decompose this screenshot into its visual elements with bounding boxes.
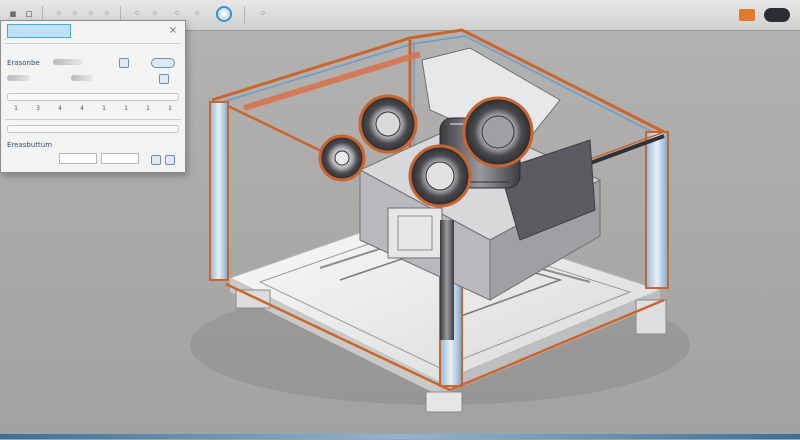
- color-swatch[interactable]: [53, 59, 83, 65]
- tick-label: 3: [36, 105, 40, 112]
- tick-label: 1: [14, 105, 18, 112]
- pulley-top-icon: [358, 94, 418, 154]
- range-slider-2[interactable]: [7, 125, 179, 133]
- apply-icon[interactable]: [151, 155, 161, 165]
- tick-row: 1 3 4 4 1 1 1 1: [5, 105, 181, 112]
- range-slider[interactable]: [7, 93, 179, 101]
- tick-label: 1: [168, 105, 172, 112]
- options-icon[interactable]: [159, 74, 169, 84]
- tick-label: 1: [102, 105, 106, 112]
- value-field[interactable]: [101, 153, 139, 164]
- swatch-small[interactable]: [7, 75, 31, 81]
- panel-title[interactable]: [7, 24, 71, 38]
- preview-icon[interactable]: [151, 58, 175, 68]
- swatch-small[interactable]: [71, 75, 93, 81]
- tick-label: 1: [146, 105, 150, 112]
- row-label: Ereasbuttum: [7, 141, 53, 149]
- tick-label: 4: [58, 105, 62, 112]
- pulley-left-icon: [318, 134, 366, 182]
- bottom-status-strip: [0, 434, 800, 439]
- row-label: Erasonbe: [7, 59, 40, 67]
- reset-icon[interactable]: [165, 155, 175, 165]
- close-icon[interactable]: ×: [167, 25, 179, 37]
- tick-label: 1: [124, 105, 128, 112]
- pulley-front-icon: [408, 144, 472, 208]
- panel-divider: [5, 43, 181, 44]
- pulley-rear-icon: [462, 96, 534, 168]
- panel-divider: [5, 119, 181, 120]
- value-field[interactable]: [59, 153, 97, 164]
- link-icon[interactable]: [119, 58, 129, 68]
- properties-panel: × Erasonbe 1 3 4 4 1 1 1 1 Ereasbuttum: [0, 20, 186, 173]
- tick-label: 4: [80, 105, 84, 112]
